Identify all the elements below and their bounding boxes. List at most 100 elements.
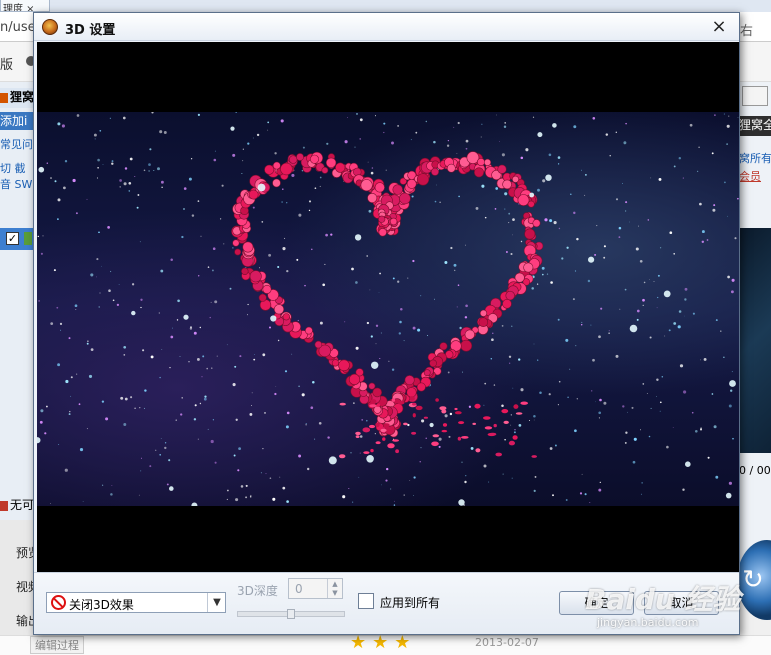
- falling-petal: [461, 436, 469, 439]
- star: [298, 213, 302, 217]
- star: [168, 459, 171, 462]
- star: [214, 461, 217, 464]
- star: [111, 160, 114, 163]
- dialog-titlebar[interactable]: 3D 设置 ×: [34, 13, 739, 41]
- star: [160, 180, 164, 184]
- star: [504, 438, 506, 441]
- star: [179, 355, 181, 357]
- cancel-button[interactable]: 取消: [644, 591, 719, 615]
- star: [557, 163, 560, 165]
- falling-petal: [484, 426, 493, 430]
- edit-record-button[interactable]: 编辑过程: [30, 636, 84, 654]
- star: [390, 488, 392, 490]
- sparkle: [729, 380, 736, 387]
- star: [212, 247, 216, 250]
- star: [533, 414, 536, 418]
- star: [723, 356, 725, 358]
- star: [484, 216, 487, 219]
- falling-petal: [435, 398, 439, 402]
- star: [188, 361, 190, 363]
- 3d-depth-slider[interactable]: [237, 609, 345, 619]
- star: [518, 424, 522, 427]
- falling-petal: [339, 402, 346, 406]
- refresh-icon: ↻: [742, 565, 764, 595]
- add-video-button[interactable]: 添加i: [0, 112, 36, 130]
- star: [149, 465, 152, 468]
- star: [639, 259, 643, 263]
- star: [458, 195, 460, 198]
- star: [624, 288, 627, 291]
- star: [98, 231, 100, 234]
- star: [367, 161, 369, 163]
- star: [277, 339, 280, 342]
- star: [260, 472, 262, 474]
- star: [598, 488, 602, 492]
- right-top-box[interactable]: [742, 86, 768, 106]
- star: [40, 409, 44, 413]
- star: [211, 269, 214, 272]
- star: [268, 253, 272, 257]
- star: [420, 295, 422, 297]
- sparkle: [230, 126, 235, 131]
- star: [181, 235, 184, 239]
- rose-petal: [416, 173, 430, 186]
- slider-thumb[interactable]: [287, 609, 295, 619]
- star: [211, 367, 213, 369]
- star: [731, 278, 735, 282]
- star: [286, 202, 288, 204]
- star: [39, 420, 43, 424]
- star: [122, 116, 126, 120]
- apply-all-checkbox[interactable]: [358, 593, 374, 609]
- rose-petal: [392, 184, 403, 195]
- star: [580, 324, 583, 326]
- star: [646, 393, 648, 394]
- star: [70, 395, 72, 397]
- 3d-depth-stepper[interactable]: 0 ▲ ▼: [288, 578, 343, 599]
- star: [385, 169, 387, 171]
- swirl-logo-icon: [42, 19, 58, 35]
- star: [175, 419, 177, 421]
- ok-button[interactable]: 确定: [559, 591, 634, 615]
- star: [508, 212, 511, 215]
- star: [140, 470, 142, 472]
- none-label-text: 无可: [10, 498, 35, 512]
- star: [359, 435, 363, 438]
- star: [119, 186, 121, 188]
- falling-petal: [442, 423, 448, 427]
- star: [240, 485, 244, 488]
- star: [325, 233, 328, 237]
- star: [348, 487, 350, 490]
- star: [625, 431, 628, 434]
- star: [86, 428, 88, 430]
- falling-petal: [441, 429, 448, 433]
- falling-petal: [397, 400, 405, 405]
- cut-link[interactable]: 切 截: [0, 160, 26, 176]
- chevron-down-icon[interactable]: ▼: [207, 593, 226, 612]
- rose-petal: [527, 200, 535, 208]
- star: [310, 406, 314, 410]
- star: [160, 269, 164, 273]
- 3d-effect-select[interactable]: 关闭3D效果 ▼: [46, 592, 226, 613]
- star: [537, 188, 540, 192]
- star: [392, 277, 395, 280]
- member-link[interactable]: 会员: [739, 168, 761, 184]
- star: [267, 129, 269, 131]
- star: [291, 353, 293, 355]
- star: [223, 243, 225, 245]
- star: [196, 357, 200, 361]
- close-icon[interactable]: ×: [708, 16, 730, 38]
- falling-petal: [503, 420, 509, 424]
- browser-tab[interactable]: 理度 ×: [0, 0, 50, 12]
- faq-link[interactable]: 常见问: [0, 136, 33, 152]
- star: [457, 121, 460, 125]
- star: [548, 153, 552, 157]
- star: [391, 368, 395, 371]
- star: [110, 270, 112, 273]
- rose-petal: [232, 239, 240, 247]
- star: [592, 117, 596, 120]
- star: [324, 263, 326, 265]
- star: [298, 385, 300, 388]
- sparkle: [169, 486, 174, 491]
- file-row-checkbox[interactable]: ✓: [6, 232, 19, 245]
- triangle-down-icon[interactable]: ▼: [327, 588, 342, 598]
